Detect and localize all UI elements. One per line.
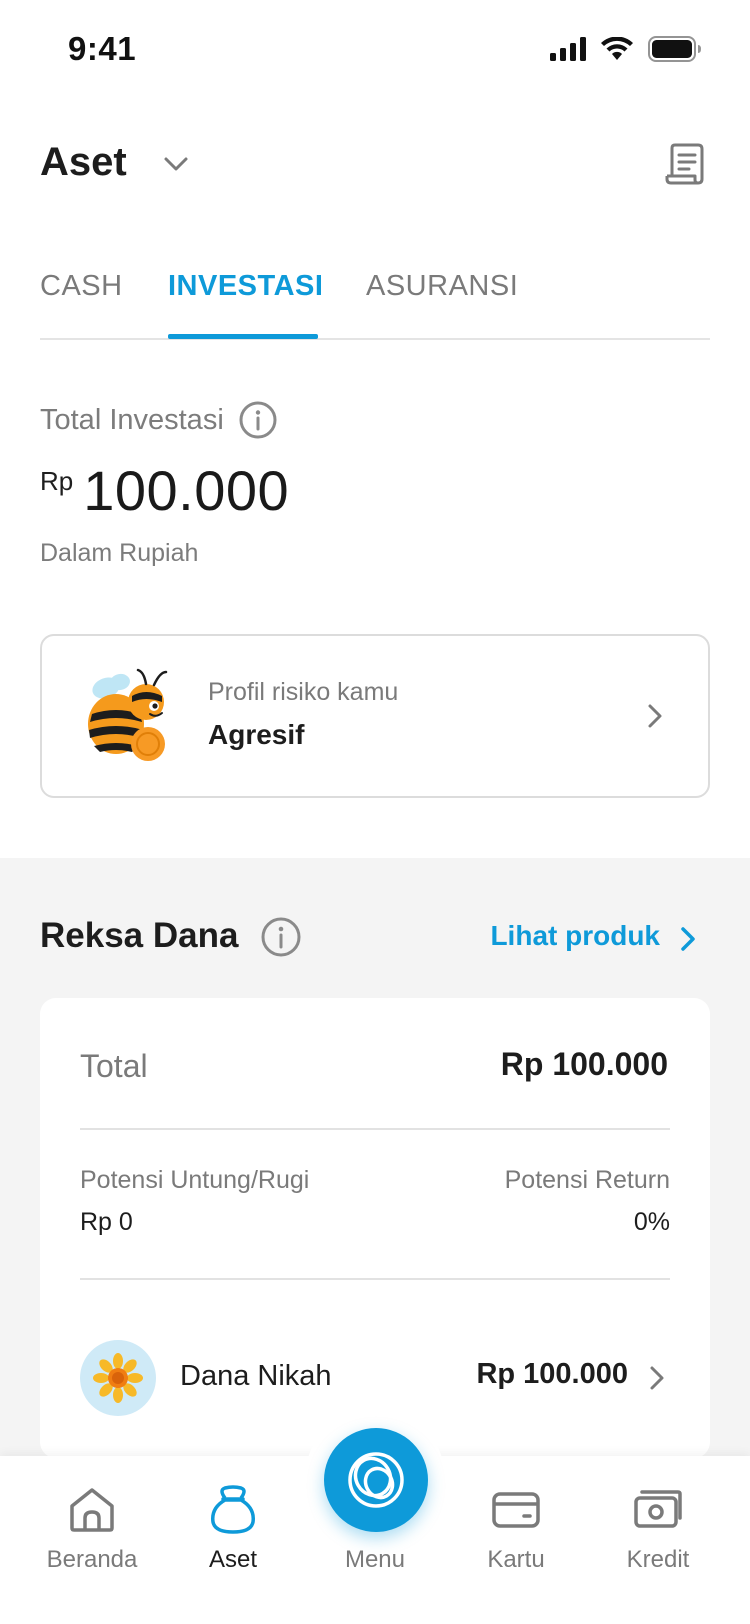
fund-name[interactable]: Dana Nikah <box>180 1360 332 1393</box>
chevron-right-icon[interactable] <box>644 1362 670 1394</box>
amount-currency: Rp <box>40 466 74 496</box>
total-investment-amount: 100.000 <box>83 459 290 522</box>
status-bar: 9:41 <box>0 0 750 100</box>
nav-label-menu[interactable]: Menu <box>305 1546 445 1574</box>
reksa-dana-card: Total Rp 100.000 Potensi Untung/Rugi Rp … <box>40 998 710 1458</box>
risk-profile-value: Agresif <box>208 719 305 750</box>
bee-mascot-icon <box>88 668 168 761</box>
fund-value[interactable]: Rp 100.000 <box>476 1358 628 1391</box>
nav-label: Beranda <box>46 1546 138 1573</box>
profit-loss-value: Rp 0 <box>80 1208 133 1236</box>
nav-item-beranda[interactable]: Beranda <box>22 1484 162 1574</box>
nav-label: Aset <box>208 1546 258 1573</box>
chevron-right-icon[interactable] <box>674 922 702 956</box>
amount-currency-note: Dalam Rupiah <box>40 539 199 567</box>
profit-loss-label: Potensi Untung/Rugi <box>80 1166 310 1194</box>
divider <box>80 1128 670 1130</box>
tab-asuransi[interactable]: ASURANSI <box>366 270 518 303</box>
sunflower-icon <box>80 1340 156 1416</box>
nav-label: Kartu <box>487 1546 545 1573</box>
asset-tabs: CASH INVESTASI ASURANSI <box>40 258 710 340</box>
risk-profile-card[interactable]: Profil risiko kamu Agresif <box>40 634 710 798</box>
menu-button[interactable] <box>324 1428 428 1532</box>
chevron-right-icon <box>648 704 662 728</box>
status-icons <box>550 36 702 62</box>
risk-profile-label: Profil risiko kamu <box>208 678 399 706</box>
nav-item-aset[interactable]: Aset <box>163 1484 303 1574</box>
moneybag-icon <box>211 1485 255 1534</box>
wifi-icon <box>601 37 633 60</box>
tab-investasi[interactable]: INVESTASI <box>168 270 323 303</box>
reksa-dana-title: Reksa Dana <box>40 916 239 955</box>
cash-icon <box>634 1490 682 1528</box>
nav-label: Kredit <box>626 1546 690 1573</box>
info-icon[interactable] <box>260 916 302 958</box>
reksa-dana-header: Reksa Dana Lihat produk <box>40 912 710 972</box>
page-header: Aset <box>40 130 710 200</box>
view-products-link[interactable]: Lihat produk <box>490 920 660 952</box>
status-time: 9:41 <box>68 30 137 67</box>
card-icon <box>492 1492 540 1528</box>
statement-document-icon[interactable] <box>664 142 708 186</box>
battery-icon <box>648 36 701 62</box>
total-investment-summary: Total Investasi Rp 100.000 Dalam Rupiah <box>40 400 710 568</box>
return-value: 0% <box>633 1208 670 1236</box>
signal-icon <box>550 37 586 61</box>
reksa-dana-total-value: Rp 100.000 <box>500 1046 668 1082</box>
menu-rings-icon <box>348 1452 404 1508</box>
nav-item-kartu[interactable]: Kartu <box>446 1484 586 1574</box>
home-icon <box>70 1488 114 1532</box>
active-tab-indicator <box>168 334 318 339</box>
page-title[interactable]: Aset <box>40 140 127 185</box>
divider <box>80 1278 670 1280</box>
total-investment-label: Total Investasi <box>40 403 224 436</box>
return-label: Potensi Return <box>504 1166 670 1194</box>
tab-cash[interactable]: CASH <box>40 270 123 303</box>
nav-item-kredit[interactable]: Kredit <box>588 1484 728 1574</box>
chevron-down-icon[interactable] <box>158 146 194 182</box>
info-icon[interactable] <box>238 400 278 440</box>
reksa-dana-total-label: Total <box>80 1048 148 1084</box>
